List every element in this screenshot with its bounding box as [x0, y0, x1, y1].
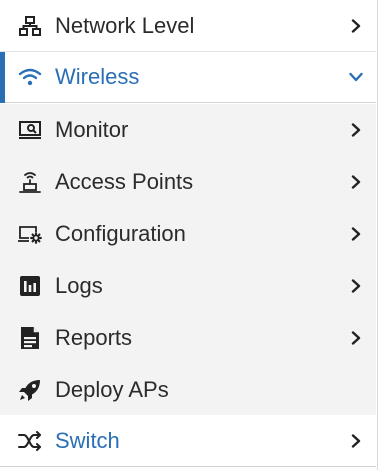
chevron-right-icon	[348, 18, 364, 34]
sub-item-deploy-aps[interactable]: Deploy APs	[0, 364, 376, 415]
menu-item-label: Switch	[55, 427, 120, 453]
sub-item-reports[interactable]: Reports	[0, 312, 376, 364]
menu-item-switch[interactable]: Switch	[0, 415, 376, 467]
menu-item-label: Logs	[55, 273, 103, 298]
chevron-right-icon	[348, 433, 364, 449]
sub-item-monitor[interactable]: Monitor	[0, 104, 376, 156]
menu-item-label: Configuration	[55, 221, 186, 246]
reports-icon	[17, 325, 43, 351]
chevron-right-icon	[348, 226, 364, 242]
menu-item-label: Wireless	[55, 64, 140, 89]
menu-item-network-level[interactable]: Network Level	[0, 0, 376, 52]
chevron-right-icon	[348, 174, 364, 190]
chevron-right-icon	[348, 278, 364, 294]
menu-item-wireless[interactable]: Wireless	[0, 52, 376, 103]
sub-item-configuration[interactable]: Configuration	[0, 208, 376, 260]
monitor-icon	[17, 117, 43, 143]
menu-item-label: Access Points	[55, 169, 194, 194]
sub-item-logs[interactable]: Logs	[0, 260, 376, 312]
configuration-icon	[17, 221, 43, 247]
active-indicator	[0, 52, 5, 103]
menu-item-label: Network Level	[55, 12, 195, 38]
network-topology-icon	[17, 13, 43, 39]
sub-item-access-points[interactable]: Access Points	[0, 156, 376, 208]
chevron-right-icon	[348, 122, 364, 138]
logs-icon	[17, 273, 43, 299]
menu-item-label: Reports	[55, 325, 133, 350]
access-point-icon	[17, 169, 43, 195]
chevron-right-icon	[348, 330, 364, 346]
menu-item-label: Deploy APs	[55, 376, 169, 402]
navigation-menu: Network Level Wireless Monitor Access Po…	[0, 0, 378, 470]
menu-item-label: Monitor	[55, 117, 129, 142]
chevron-down-icon	[348, 69, 364, 85]
wifi-icon	[17, 64, 43, 90]
rocket-icon	[17, 377, 43, 403]
switch-icon	[17, 428, 43, 454]
